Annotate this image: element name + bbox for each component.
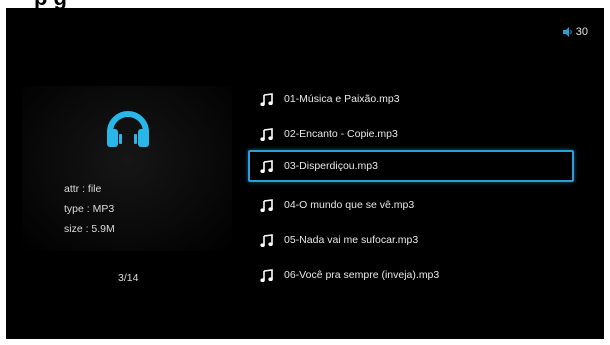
type-label: type : MP3 [64, 203, 115, 215]
file-name: 04-O mundo que se vê.mp3 [284, 199, 415, 211]
page-indicator: 3/14 [118, 272, 139, 284]
file-item[interactable]: 05-Nada vai me sufocar.mp3 [248, 227, 566, 255]
music-note-icon [260, 128, 273, 141]
volume-level: 30 [575, 26, 588, 38]
file-name: 05-Nada vai me sufocar.mp3 [284, 234, 419, 246]
speaker-icon [562, 27, 572, 37]
file-item[interactable]: 01-Música e Paixão.mp3 [248, 86, 566, 114]
file-item[interactable]: 06-Você pra sempre (inveja).mp3 [248, 262, 566, 290]
media-player-screen: 30 attr : file type : MP3 size : 5.9M 3/… [6, 8, 604, 339]
music-note-icon [260, 93, 273, 106]
file-item[interactable]: 02-Encanto - Copie.mp3 [248, 121, 566, 149]
top-strip: p g [0, 0, 610, 10]
headphones-icon [107, 111, 149, 147]
music-note-icon [260, 199, 273, 212]
file-name: 06-Você pra sempre (inveja).mp3 [284, 269, 440, 281]
music-note-icon [260, 160, 273, 173]
size-label: size : 5.9M [64, 223, 115, 235]
file-item-selected[interactable]: 03-Disperdiçou.mp3 [248, 150, 574, 182]
file-name: 03-Disperdiçou.mp3 [284, 160, 378, 172]
file-name: 01-Música e Paixão.mp3 [284, 93, 400, 105]
music-note-icon [260, 269, 273, 282]
volume-indicator: 30 [562, 24, 588, 40]
file-info-panel: attr : file type : MP3 size : 5.9M [22, 86, 232, 251]
file-name: 02-Encanto - Copie.mp3 [284, 128, 398, 140]
file-item[interactable]: 04-O mundo que se vê.mp3 [248, 192, 566, 220]
attr-label: attr : file [64, 183, 102, 195]
music-note-icon [260, 234, 273, 247]
